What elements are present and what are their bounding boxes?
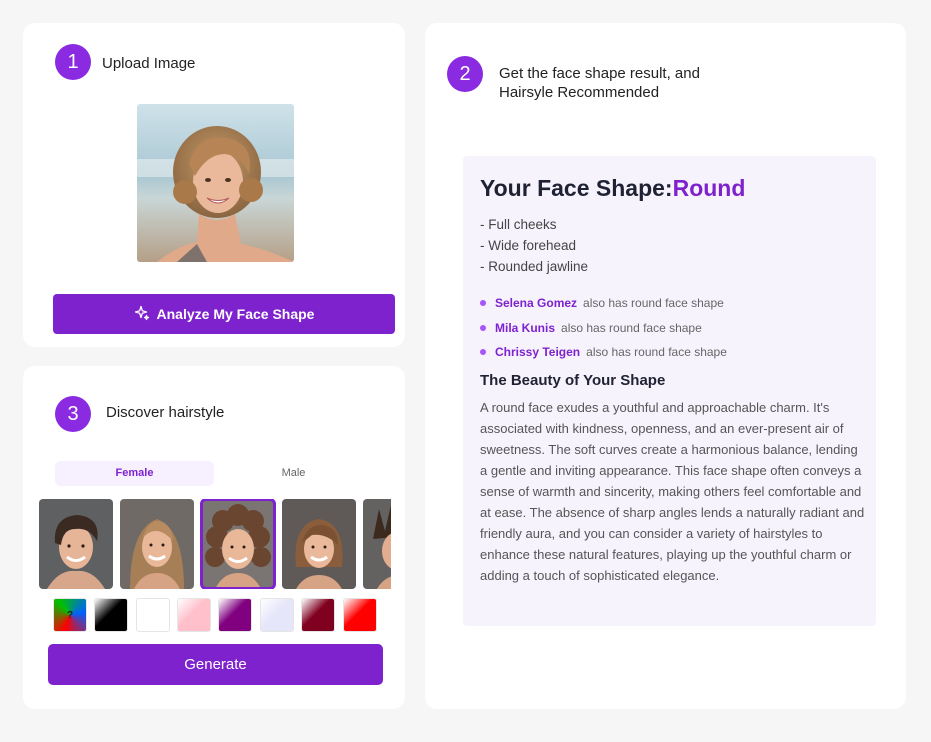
face-shape-heading: Your Face Shape:Round xyxy=(480,175,745,202)
hairstyle-option[interactable] xyxy=(120,499,194,589)
celebrity-item: Chrissy Teigen also has round face shape xyxy=(480,340,727,365)
color-swatch-pink[interactable] xyxy=(177,598,211,632)
discover-title: Discover hairstyle xyxy=(106,404,225,421)
face-shape-result-panel: Your Face Shape:Round - Full cheeks - Wi… xyxy=(463,156,876,626)
result-card: 2 Get the face shape result, and Hairsyl… xyxy=(425,23,906,709)
analyze-face-shape-button[interactable]: Analyze My Face Shape xyxy=(53,294,395,334)
hairstyle-option[interactable] xyxy=(363,499,391,589)
tab-female[interactable]: Female xyxy=(55,461,214,486)
result-title-line2: Hairsyle Recommended xyxy=(499,84,660,101)
face-traits-list: - Full cheeks - Wide forehead - Rounded … xyxy=(480,214,588,277)
step-2-badge: 2 xyxy=(447,56,483,92)
celebrity-name-link[interactable]: Mila Kunis xyxy=(495,319,555,337)
hairstyle-option[interactable] xyxy=(282,499,356,589)
discover-card: 3 Discover hairstyle Female Male ? Gener… xyxy=(23,366,405,709)
hairstyle-option-selected[interactable] xyxy=(200,499,276,589)
bullet-icon xyxy=(480,300,486,307)
hairstyle-option[interactable] xyxy=(39,499,113,589)
color-swatch-white[interactable] xyxy=(136,598,170,632)
face-trait: - Wide forehead xyxy=(480,238,577,253)
color-swatch-lavender[interactable] xyxy=(260,598,294,632)
celebrity-list: Selena Gomez also has round face shape M… xyxy=(480,291,727,365)
bullet-icon xyxy=(480,349,486,356)
celebrity-item: Selena Gomez also has round face shape xyxy=(480,291,727,316)
celebrity-suffix: also has round face shape xyxy=(586,345,727,360)
bullet-icon xyxy=(480,324,486,331)
hair-color-palette: ? xyxy=(53,598,383,632)
face-shape-label: Your Face Shape: xyxy=(480,175,673,201)
color-swatch-burgundy[interactable] xyxy=(301,598,335,632)
hairstyle-carousel[interactable] xyxy=(39,499,391,589)
uploaded-photo[interactable] xyxy=(137,104,294,262)
upload-title: Upload Image xyxy=(102,55,196,72)
celebrity-name-link[interactable]: Selena Gomez xyxy=(495,294,577,312)
result-title-line1: Get the face shape result, and xyxy=(499,65,700,82)
upload-card: 1 Upload Image Analyze My Face Shape xyxy=(23,23,405,347)
color-swatch-black[interactable] xyxy=(94,598,128,632)
color-swatch-purple[interactable] xyxy=(218,598,252,632)
face-trait: - Rounded jawline xyxy=(480,259,589,274)
face-trait: - Full cheeks xyxy=(480,217,557,232)
step-3-badge: 3 xyxy=(55,396,91,432)
generate-button[interactable]: Generate xyxy=(48,644,383,685)
tab-male[interactable]: Male xyxy=(214,461,373,486)
celebrity-item: Mila Kunis also has round face shape xyxy=(480,316,727,341)
celebrity-name-link[interactable]: Chrissy Teigen xyxy=(495,343,580,361)
gender-tabs: Female Male xyxy=(55,461,373,486)
color-swatch-red[interactable] xyxy=(343,598,377,632)
beauty-description: A round face exudes a youthful and appro… xyxy=(480,400,865,583)
celebrity-suffix: also has round face shape xyxy=(561,320,702,335)
random-color-swatch[interactable]: ? xyxy=(53,598,87,632)
face-shape-value: Round xyxy=(672,175,746,201)
analyze-button-label: Analyze My Face Shape xyxy=(156,306,315,322)
beauty-heading: The Beauty of Your Shape xyxy=(480,372,666,389)
sparkle-icon xyxy=(134,305,150,324)
celebrity-suffix: also has round face shape xyxy=(583,296,724,311)
step-1-badge: 1 xyxy=(55,44,91,80)
